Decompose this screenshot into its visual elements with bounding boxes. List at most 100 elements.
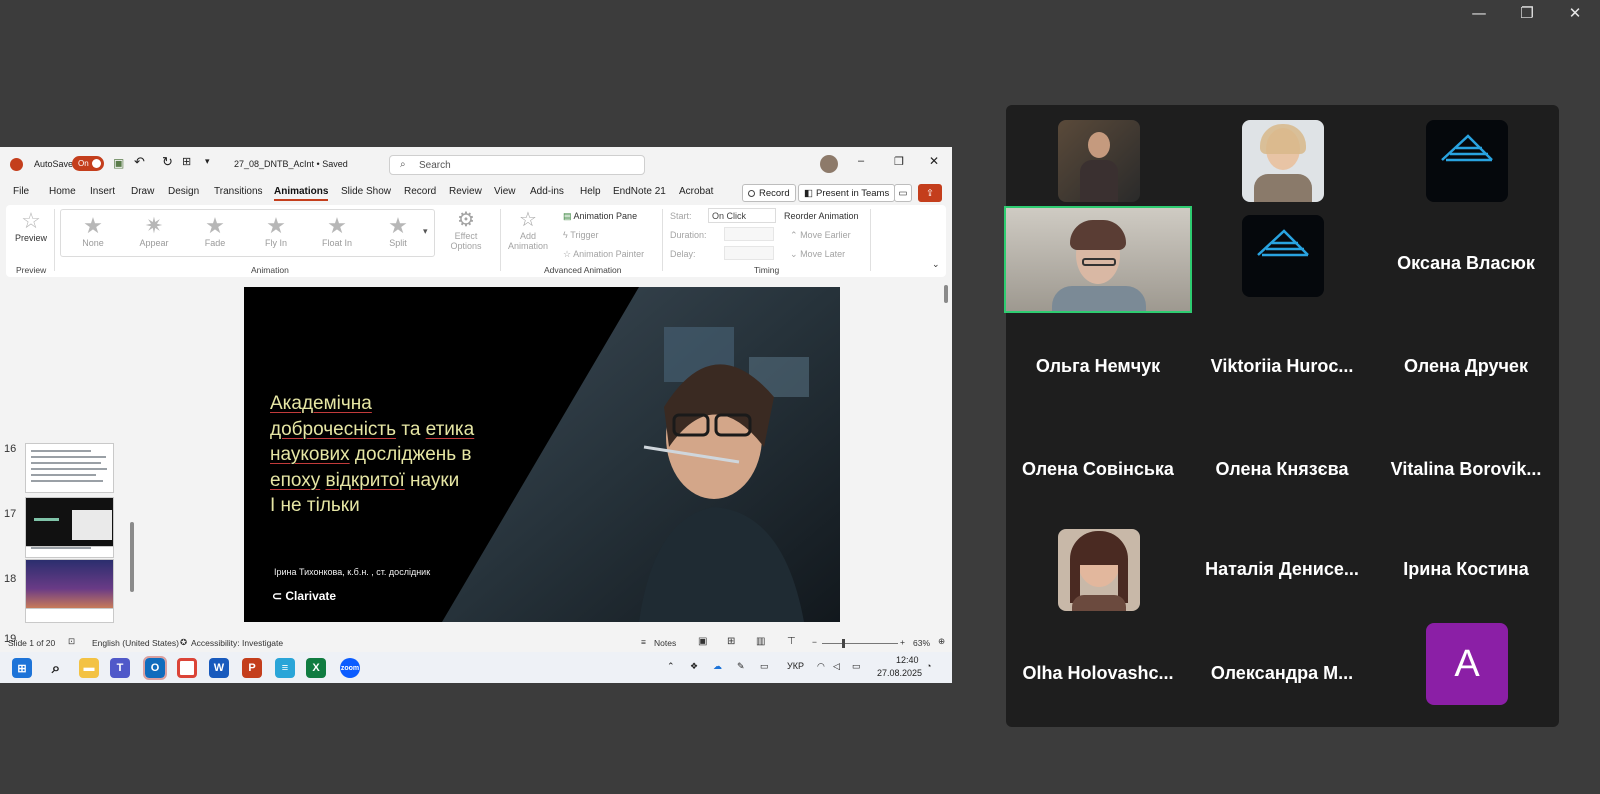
save-icon[interactable]: ▣ xyxy=(113,156,124,170)
zoom-out-icon[interactable]: − xyxy=(812,637,817,647)
pen-icon[interactable]: ✎ xyxy=(737,661,745,672)
participant-tile[interactable]: Олена Дручек xyxy=(1374,316,1558,419)
anim-fade[interactable]: ★ Fade xyxy=(189,214,241,249)
animation-pane-button[interactable]: ▤ Animation Pane xyxy=(563,211,637,222)
participant-tile[interactable] xyxy=(1190,110,1374,213)
tab-insert[interactable]: Insert xyxy=(90,186,115,197)
zoom-icon[interactable]: zoom xyxy=(340,658,360,678)
tab-slide-show[interactable]: Slide Show xyxy=(341,186,391,197)
file-name[interactable]: 27_08_DNTB_AcInt • Saved xyxy=(234,159,348,169)
move-later-button[interactable]: ⌄ Move Later xyxy=(790,249,845,260)
search-input[interactable]: Search xyxy=(419,160,451,171)
tab-add-ins[interactable]: Add-ins xyxy=(530,186,564,197)
participant-tile[interactable]: A xyxy=(1374,623,1558,726)
tab-file[interactable]: File xyxy=(13,186,29,197)
anim-none[interactable]: ★ None xyxy=(67,214,119,249)
zoom-in-icon[interactable]: + xyxy=(900,637,905,647)
restore-icon[interactable]: ❐ xyxy=(894,155,904,168)
duration-input[interactable] xyxy=(724,227,774,241)
participant-tile[interactable]: Ольга Немчук xyxy=(1006,316,1190,419)
clock-date[interactable]: 27.08.2025 xyxy=(877,668,922,678)
autosave-toggle[interactable]: On xyxy=(72,156,104,171)
zoom-slider-thumb[interactable] xyxy=(842,639,845,648)
start-select[interactable]: On Click xyxy=(708,208,776,223)
participant-tile[interactable]: Олександра М... xyxy=(1190,623,1374,726)
tab-animations[interactable]: Animations xyxy=(274,186,329,201)
volume-icon[interactable]: ◁ xyxy=(833,661,840,672)
participant-tile[interactable] xyxy=(1006,519,1190,622)
wifi-icon[interactable]: ◠ xyxy=(817,661,825,672)
notification-icon[interactable]: ◔ xyxy=(926,661,931,671)
chrome-icon[interactable] xyxy=(177,658,197,678)
participant-tile[interactable]: Наталія Денисе... xyxy=(1190,519,1374,622)
display-icon[interactable]: ▭ xyxy=(760,661,769,672)
tab-transitions[interactable]: Transitions xyxy=(214,186,263,197)
participant-tile[interactable]: Оксана Власюк xyxy=(1374,213,1558,316)
close-icon[interactable]: ✕ xyxy=(929,154,939,168)
gallery-more-icon[interactable]: ▾ xyxy=(423,226,428,237)
present-in-teams-button[interactable]: ◧ Present in Teams xyxy=(798,184,896,202)
onedrive-icon[interactable]: ☁ xyxy=(713,661,722,672)
anim-fly-in[interactable]: ★ Fly In xyxy=(250,214,302,249)
move-earlier-button[interactable]: ⌃ Move Earlier xyxy=(790,230,851,241)
anim-split[interactable]: ★ Split xyxy=(372,214,424,249)
user-avatar[interactable] xyxy=(820,155,838,173)
powerpoint-icon[interactable]: P xyxy=(242,658,262,678)
participant-tile[interactable]: Viktoriia Huroc... xyxy=(1190,316,1374,419)
collapse-ribbon-icon[interactable]: ⌄ xyxy=(932,259,940,270)
tab-home[interactable]: Home xyxy=(49,186,76,197)
redo-icon[interactable]: ↻ xyxy=(162,154,173,170)
trigger-button[interactable]: ϟ Trigger xyxy=(563,230,598,240)
notes-button[interactable]: Notes xyxy=(654,638,676,648)
outlook-icon[interactable]: O xyxy=(143,656,167,680)
search-box[interactable]: ⌕ Search xyxy=(389,155,645,175)
file-explorer-icon[interactable]: ▬ xyxy=(79,658,99,678)
record-button[interactable]: Record xyxy=(742,184,796,202)
participant-tile[interactable]: Олена Князєва xyxy=(1190,419,1374,522)
battery-icon[interactable]: ▭ xyxy=(852,661,861,672)
slideshow-view-icon[interactable]: ⊤ xyxy=(787,636,796,647)
minimize-icon[interactable]: – xyxy=(858,155,864,167)
participant-tile[interactable]: Olha Holovashc... xyxy=(1006,623,1190,726)
participant-tile[interactable]: Ірина Костина xyxy=(1374,519,1558,622)
reading-view-icon[interactable]: ▥ xyxy=(756,636,765,647)
sorter-view-icon[interactable]: ⊞ xyxy=(727,636,735,647)
spellcheck-icon[interactable]: ⊡ xyxy=(68,636,75,647)
word-icon[interactable]: W xyxy=(209,658,229,678)
search-icon[interactable]: ⌕ xyxy=(46,658,66,678)
effect-options-button[interactable]: ⚙ Effect Options xyxy=(446,209,486,251)
minimize-button[interactable]: — xyxy=(1456,0,1502,26)
participant-tile[interactable]: Vitalina Borovik... xyxy=(1374,419,1558,522)
accessibility-status[interactable]: Accessibility: Investigate xyxy=(191,638,283,648)
tab-endnote[interactable]: EndNote 21 xyxy=(613,186,666,197)
thumbnail[interactable] xyxy=(25,559,114,609)
anim-appear[interactable]: ✷ Appear xyxy=(128,214,180,249)
thumbnail[interactable] xyxy=(25,443,114,493)
tray-chevron-icon[interactable]: ⌃ xyxy=(667,661,675,672)
active-speaker-video[interactable] xyxy=(1004,206,1192,313)
zoom-slider[interactable] xyxy=(822,643,898,644)
language-status[interactable]: English (United States) xyxy=(92,638,179,648)
restore-button[interactable]: ❐ xyxy=(1504,0,1550,26)
participant-tile[interactable] xyxy=(1374,110,1558,213)
clock-time[interactable]: 12:40 xyxy=(896,655,919,665)
thumbnail-scrollbar[interactable] xyxy=(130,522,134,592)
undo-icon[interactable]: ↶ xyxy=(134,154,145,170)
customize-icon[interactable]: ▾ xyxy=(205,156,210,167)
excel-icon[interactable]: X xyxy=(306,658,326,678)
tab-help[interactable]: Help xyxy=(580,186,601,197)
fit-slide-icon[interactable]: ⊕ xyxy=(938,636,945,647)
normal-view-icon[interactable]: ▣ xyxy=(698,636,707,647)
notepad-icon[interactable]: ≡ xyxy=(275,658,295,678)
language-indicator[interactable]: УКР xyxy=(787,661,804,671)
anim-float-in[interactable]: ★ Float In xyxy=(311,214,363,249)
share-button[interactable]: ⇪ xyxy=(918,184,942,202)
tab-view[interactable]: View xyxy=(494,186,516,197)
delay-input[interactable] xyxy=(724,246,774,260)
slide-scrollbar[interactable] xyxy=(944,285,948,303)
dropbox-icon[interactable]: ❖ xyxy=(690,661,698,672)
participant-tile[interactable] xyxy=(1190,213,1374,316)
participant-tile[interactable]: Олена Совінська xyxy=(1006,419,1190,522)
zoom-level[interactable]: 63% xyxy=(913,638,930,648)
tab-record[interactable]: Record xyxy=(404,186,436,197)
